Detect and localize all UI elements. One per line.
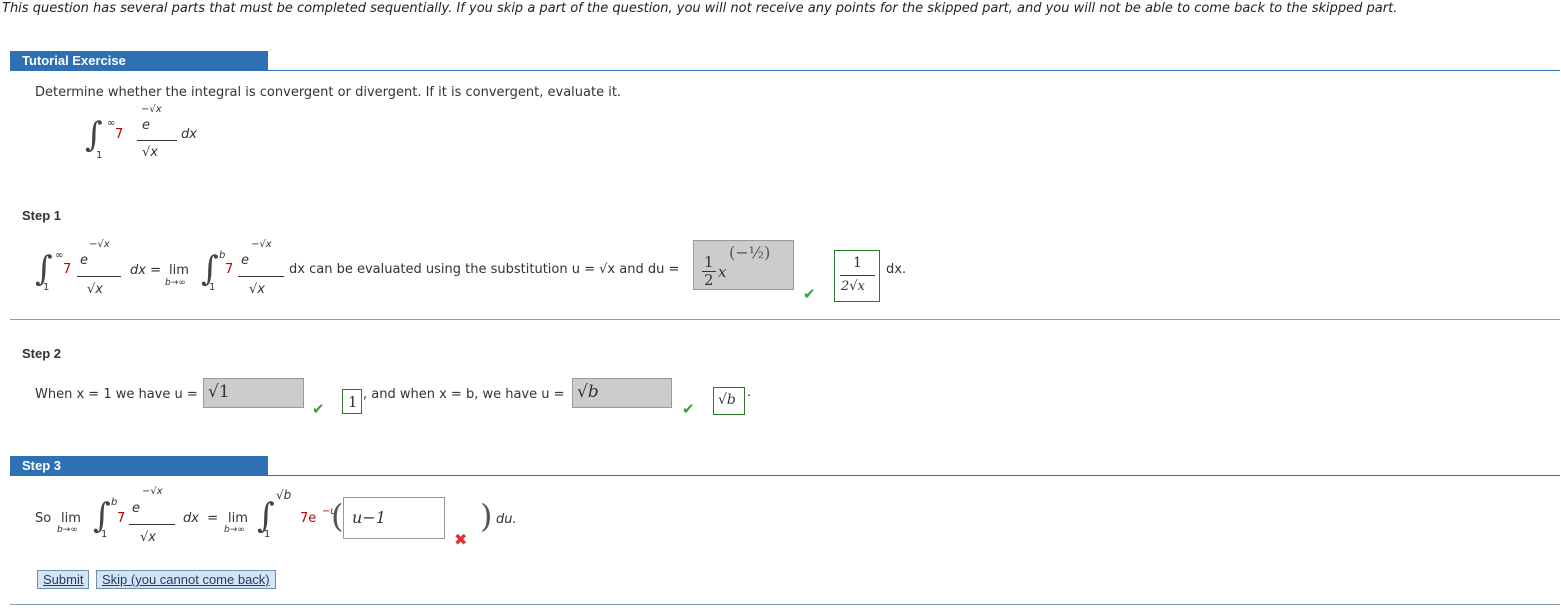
check-icon: ✔ [312,400,325,418]
lim-sub: b→∞ [165,278,186,288]
close-paren: ) [480,497,493,535]
dx-eq: dx = [130,263,161,278]
step3-tab: Step 3 [10,456,268,476]
coefficient: 7 [115,127,124,142]
integral-upper: ∞ [55,250,64,261]
integral-lower-2: 1 [264,529,271,540]
step2-label: Step 2 [22,346,62,361]
numerator-e: e [80,253,88,268]
problem-integral: ∫ ∞ 1 7 e −√x √x dx [85,104,225,168]
fraction-bar-2 [238,276,284,277]
sequential-notice: This question has several parts that mus… [2,1,1398,16]
denominator: √x [140,530,156,545]
integrand-input[interactable]: u−1 [343,497,445,539]
dx-label: dx [181,127,197,142]
lim-label: lim [169,263,189,278]
u-lower-input[interactable]: √1 [203,378,304,408]
numerator-exponent: −√x [142,486,163,497]
integral-sign: ∫ [85,115,103,155]
numerator-exponent: −√x [141,104,162,115]
cross-icon: ✖ [454,530,468,549]
du-answer-bar [840,275,875,276]
tutorial-exercise-tab: Tutorial Exercise [10,51,268,71]
u-upper-input[interactable]: √b [572,378,672,408]
dx-after: dx. [886,262,907,277]
numerator-exponent: −√x [89,239,110,250]
u-upper-input-value: √b [577,382,599,402]
submit-button[interactable]: Submit [37,570,90,589]
integral-upper-b: b [219,250,226,261]
lim-sub: b→∞ [57,525,78,535]
integral-sign: ∫ [93,496,111,536]
step2-end: . [747,385,752,400]
du-input-den: 2 [704,271,714,289]
du-input[interactable]: 1 2 x (−½) [693,240,794,290]
numerator-exponent-2: −√x [251,239,272,250]
lim-sub-2: b→∞ [224,525,245,535]
step1-label: Step 1 [22,208,62,223]
du-input-num: 1 [704,253,714,271]
step2-text1: When x = 1 we have u = [35,387,198,402]
check-icon: ✔ [682,400,695,418]
u-lower-answer: 1 [342,389,362,414]
integral-upper-b: b [111,497,118,508]
denominator: √x [142,145,158,160]
fraction-bar [137,140,177,141]
u-upper-answer: √b [713,387,745,415]
integral-sign-2: ∫ [201,249,219,289]
dx-eq: dx = [183,511,219,526]
integrand: 7e [300,511,317,526]
du-label: du. [496,512,517,527]
u-upper-answer-value: √b [718,392,736,408]
lim-label-2: lim [228,511,248,526]
coefficient: 7 [63,262,72,277]
du-input-var: x [718,263,727,281]
integrand-input-value: u−1 [352,508,386,527]
u-lower-answer-value: 1 [348,393,358,411]
tutorial-rule [10,70,1560,71]
coefficient: 7 [117,511,126,526]
integral-sign-2: ∫ [257,496,275,536]
denominator: √x [87,282,103,297]
numerator-e: e [132,501,140,516]
du-answer-box: 1 2√x [834,250,880,302]
u-lower-input-value: √1 [208,382,230,402]
bottom-rule [10,604,1560,605]
numerator-e: e [142,118,150,133]
so-label: So [35,511,52,526]
fraction-bar [77,276,121,277]
coefficient-2: 7 [225,262,234,277]
denominator-2: √x [249,282,265,297]
check-icon: ✔ [803,285,816,303]
lim-label: lim [61,511,81,526]
step3-rule [10,475,1560,476]
problem-prompt: Determine whether the integral is conver… [35,85,622,100]
du-answer-den: 2√x [841,279,865,294]
step2-text2: , and when x = b, we have u = [363,387,565,402]
fraction-bar [129,524,175,525]
du-answer-num: 1 [853,255,862,271]
skip-button[interactable]: Skip (you cannot come back) [96,570,276,589]
integral-lower: 1 [96,150,103,161]
step1-rule [10,319,1560,320]
integral-upper-sqrtb: √b [276,488,292,502]
numerator-e-2: e [241,253,249,268]
integral-sign: ∫ [35,249,53,289]
du-input-exp: (−½) [729,243,771,262]
step1-substitution-text: dx can be evaluated using the substituti… [289,262,680,277]
open-paren: ( [331,497,344,535]
integral-lower: 1 [43,282,50,293]
integral-lower-2: 1 [209,282,216,293]
integral-lower: 1 [101,529,108,540]
